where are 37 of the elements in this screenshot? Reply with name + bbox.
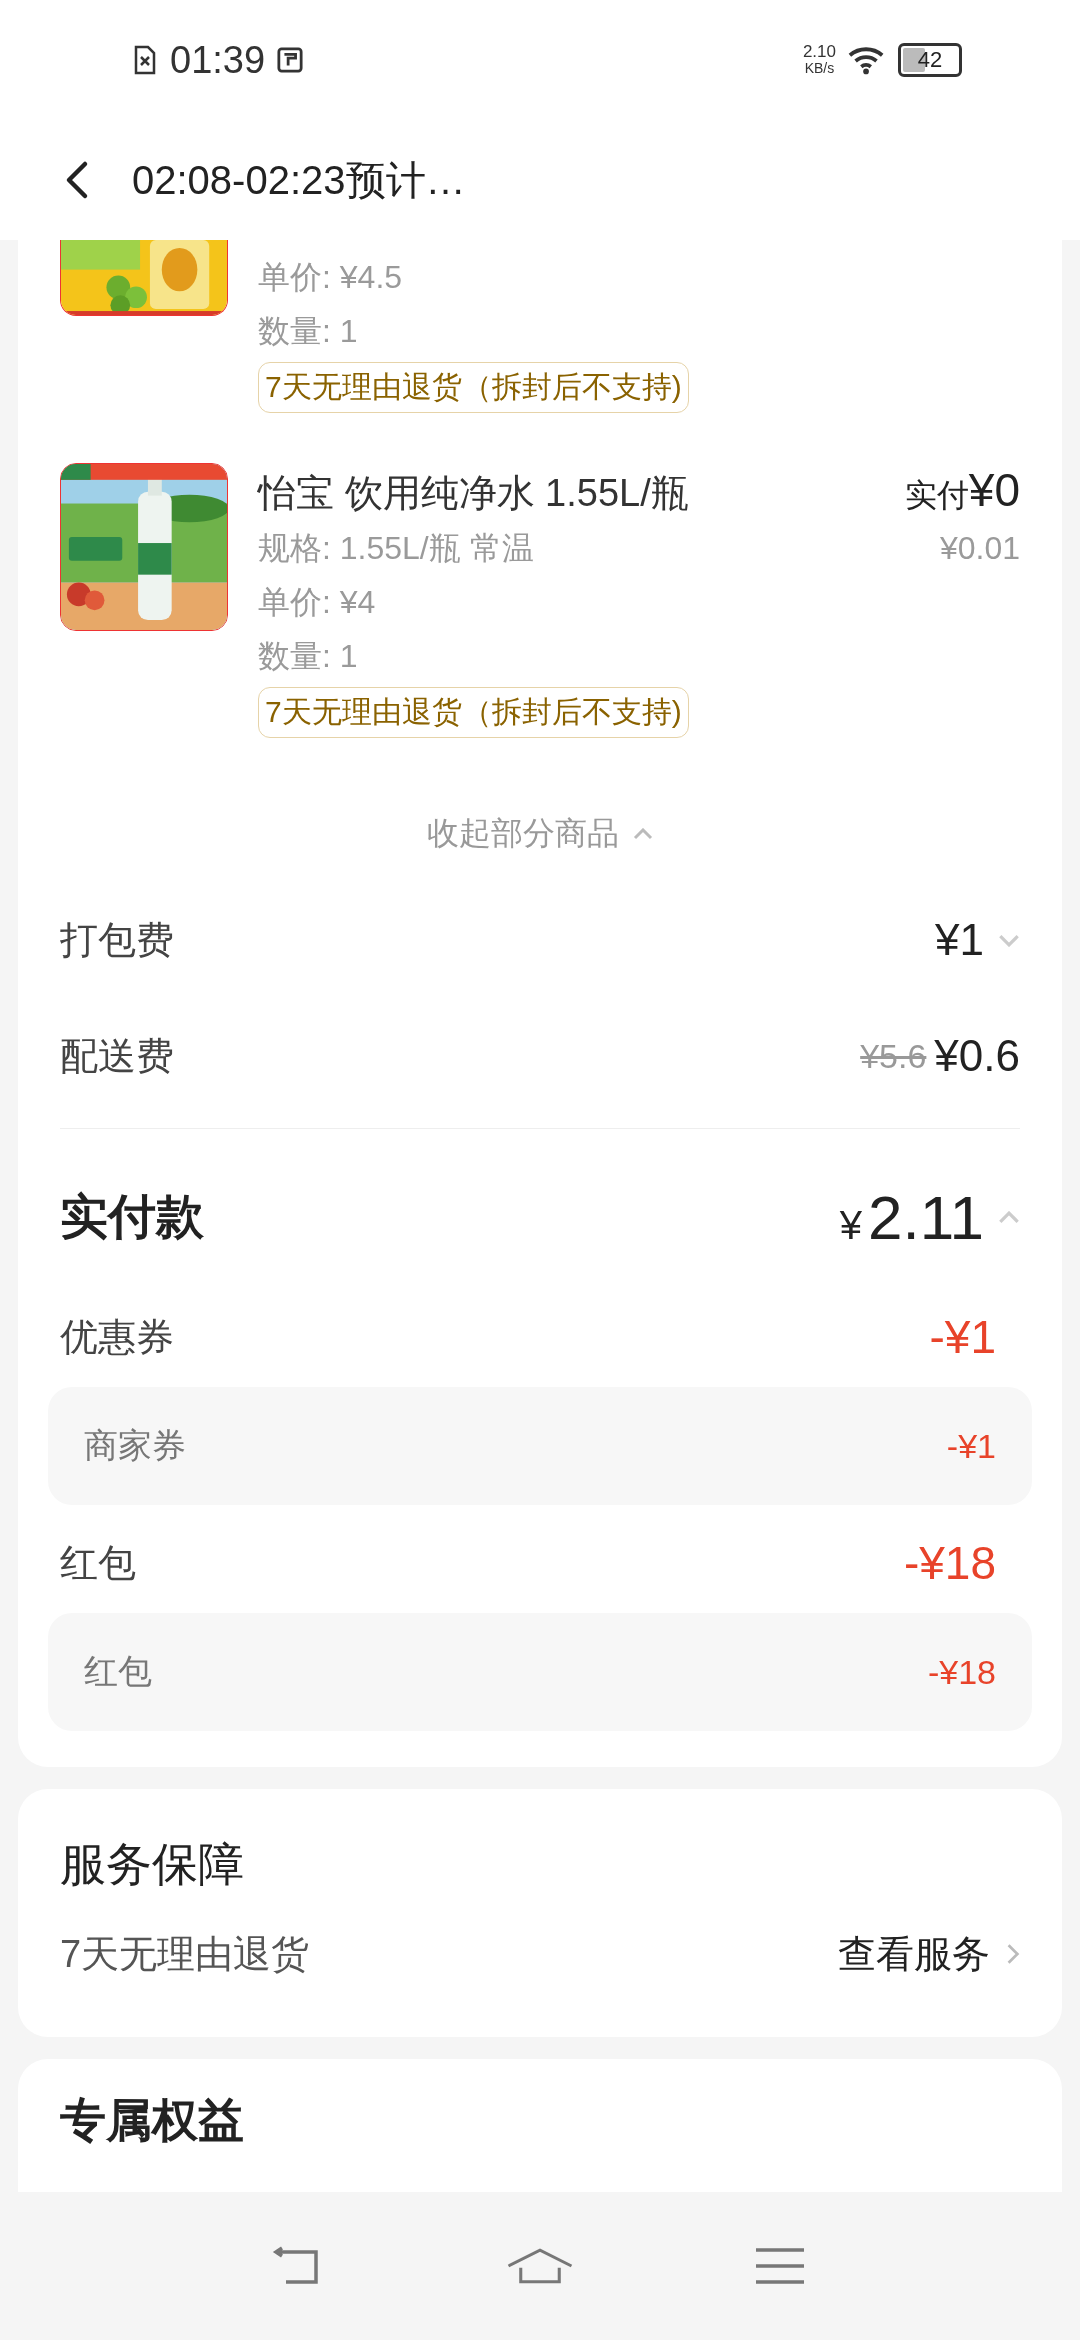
product-name: 怡宝 饮用纯净水 1.55L/瓶	[258, 471, 689, 516]
page-title: 02:08-02:23预计…	[132, 156, 466, 204]
battery-icon: 42	[898, 43, 962, 77]
clock: 01:39	[170, 38, 266, 82]
section-title: 服务保障	[60, 1837, 245, 1892]
original-fee: ¥5.6	[860, 1036, 927, 1076]
sim-icon	[132, 45, 158, 75]
discount-amount: -¥1	[929, 1310, 996, 1364]
wifi-icon	[848, 45, 886, 75]
total-label: 实付款	[60, 1189, 204, 1245]
network-speed: 2.10 KB/s	[802, 43, 836, 77]
discount-label: 红包	[60, 1540, 136, 1586]
product-spec: 规格: 1.55L/瓶 常温	[258, 529, 534, 568]
unit-price: 单价: ¥4.5	[258, 258, 403, 297]
detail-amount: -¥1	[946, 1426, 996, 1466]
fee-label: 配送费	[60, 1033, 174, 1079]
discount-label: 优惠券	[60, 1314, 174, 1360]
fee-label: 打包费	[60, 917, 174, 963]
detail-label: 红包	[84, 1651, 152, 1692]
detail-amount: -¥18	[927, 1652, 996, 1692]
view-service-link[interactable]: 查看服务	[838, 1928, 990, 1980]
detail-label: 商家券	[84, 1425, 186, 1466]
notification-icon	[277, 45, 304, 75]
return-tag: 7天无理由退货（拆封后不支持)	[258, 687, 689, 738]
paid-price: 实付¥0	[904, 463, 1020, 518]
back-icon[interactable]	[64, 160, 90, 200]
return-tag: 7天无理由退货（拆封后不支持)	[258, 362, 689, 413]
quantity: 数量: 1	[258, 637, 358, 676]
original-price: ¥0.01	[939, 529, 1020, 568]
quantity: 数量: 1	[258, 312, 358, 351]
fee-amount: ¥1	[935, 915, 984, 965]
section-title: 专属权益	[60, 2093, 245, 2148]
service-item: 7天无理由退货	[60, 1931, 310, 1977]
fee-amount: ¥0.6	[934, 1031, 1020, 1081]
unit-price: 单价: ¥4	[258, 583, 376, 622]
discount-amount: -¥18	[903, 1536, 996, 1590]
total-amount: ¥2.11	[839, 1181, 984, 1253]
